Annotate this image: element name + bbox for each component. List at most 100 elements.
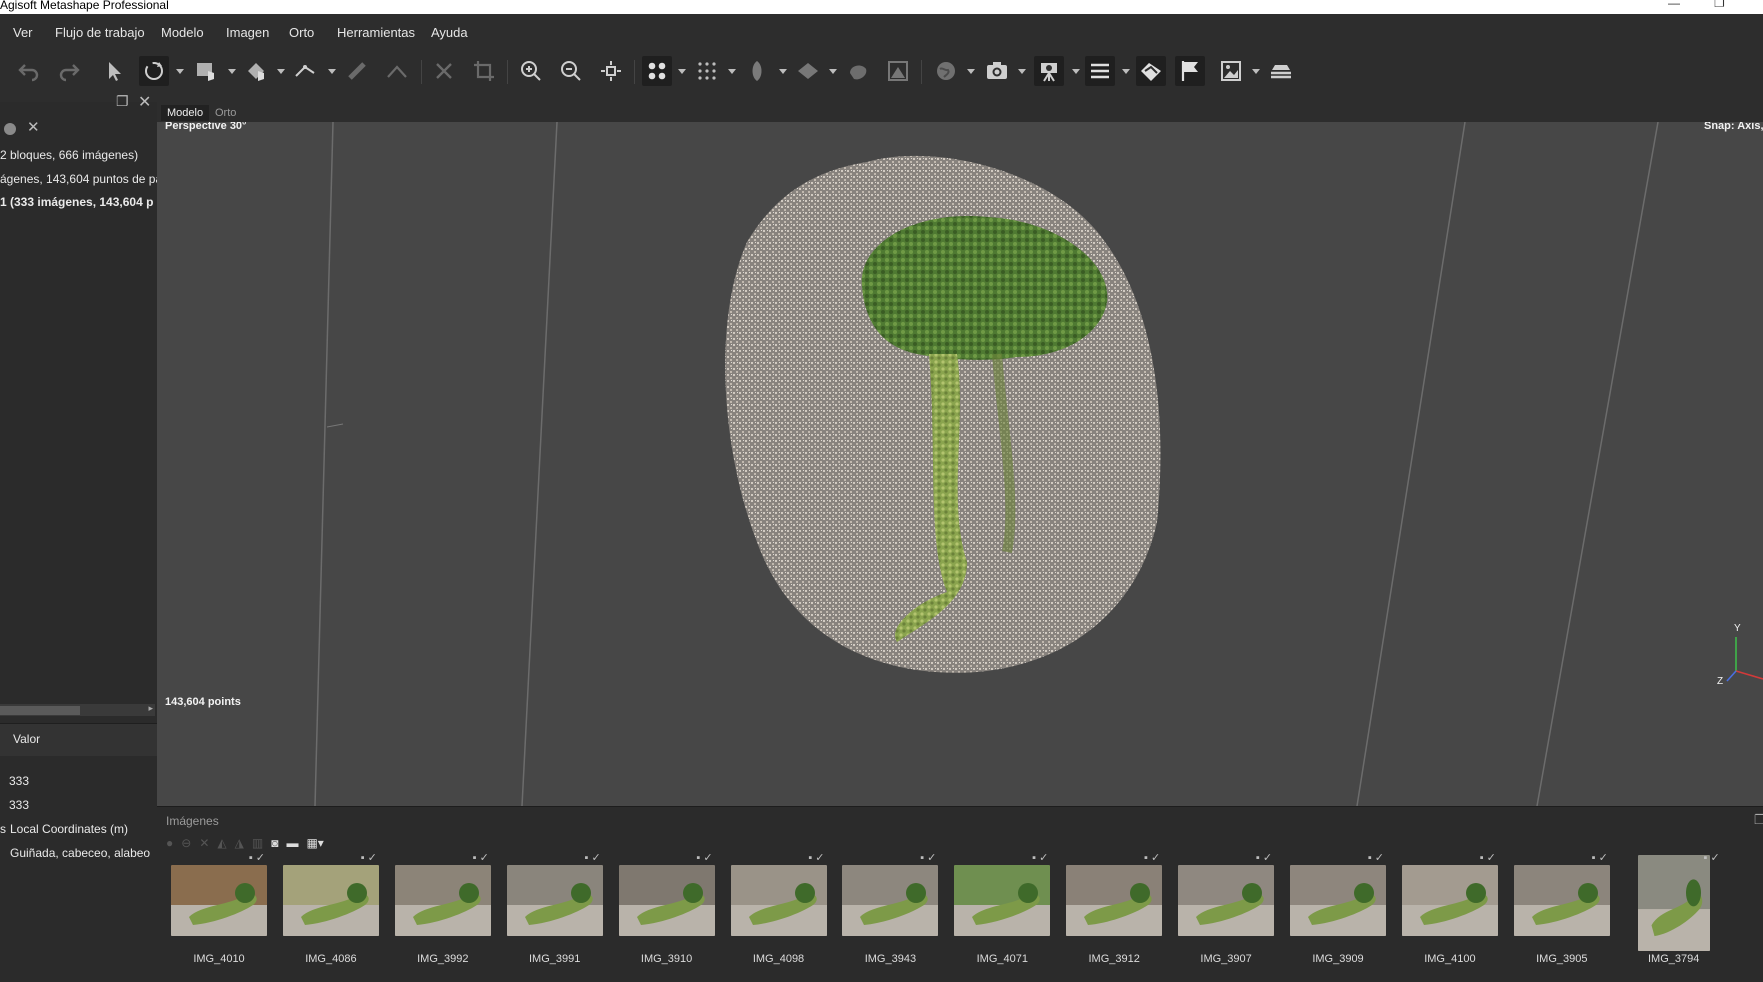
tree-item-active-chunk[interactable]: 1 (333 imágenes, 143,604 p (0, 195, 153, 209)
thumbnail-label: IMG_4098 (752, 953, 805, 965)
image-thumbnail[interactable]: ▪ ✓ IMG_3794 (1626, 852, 1722, 965)
add-photos-icon[interactable]: ● (166, 836, 173, 850)
image-thumbnail[interactable]: ▪ ✓ IMG_4086 (282, 852, 379, 965)
camera-enabled-icon[interactable]: ▪ ✓ (361, 851, 377, 864)
undo-icon[interactable] (14, 56, 44, 86)
tree-item-chunk[interactable]: ágenes, 143,604 puntos de pa (0, 172, 162, 186)
camera-enabled-icon[interactable]: ▪ ✓ (1480, 851, 1496, 864)
camera-enabled-icon[interactable]: ▪ ✓ (1704, 851, 1720, 864)
image-icon[interactable] (1216, 56, 1246, 86)
camera-enabled-icon[interactable]: ▪ ✓ (249, 851, 265, 864)
image-thumbnail[interactable]: ▪ ✓ IMG_3991 (506, 852, 603, 965)
remove-photos-icon[interactable]: ⊖ (181, 836, 191, 850)
reset-view-icon[interactable] (596, 56, 626, 86)
float-images-panel-icon[interactable]: ❐ (1754, 812, 1763, 828)
camera-enabled-icon[interactable]: ▪ ✓ (808, 851, 824, 864)
zoom-out-icon[interactable] (556, 56, 586, 86)
delete-photos-icon[interactable]: ✕ (199, 836, 209, 850)
point-cloud-icon[interactable] (642, 56, 672, 86)
image-thumbnail[interactable]: ▪ ✓ IMG_4098 (730, 852, 827, 965)
thumbnail-label: IMG_3943 (864, 953, 917, 965)
select-arrow-icon[interactable] (100, 56, 130, 86)
images-panel-title: Imágenes (166, 814, 219, 828)
image-thumbnail[interactable]: ▪ ✓ IMG_4010 (171, 852, 267, 965)
zoom-in-icon[interactable] (516, 56, 546, 86)
camera-enabled-icon[interactable]: ▪ ✓ (696, 851, 712, 864)
rotate-right-icon[interactable]: ◮ (235, 836, 244, 850)
thumbnail-label: IMG_3909 (1312, 953, 1364, 965)
enable-cameras-icon[interactable]: ▥ (252, 836, 263, 850)
image-thumbnail[interactable]: ▪ ✓ IMG_3943 (842, 852, 939, 965)
camera-enabled-icon[interactable]: ▪ ✓ (473, 851, 489, 864)
menu-modelo[interactable]: Modelo (161, 25, 204, 40)
camera-enabled-icon[interactable]: ▪ ✓ (1256, 851, 1272, 864)
close-panel-icon[interactable]: ✕ (27, 118, 40, 136)
draw-polyline-icon[interactable] (382, 56, 412, 86)
scroll-right-icon[interactable]: ▸ (148, 703, 153, 714)
dense-cloud-icon[interactable] (692, 56, 722, 86)
camera-enabled-icon[interactable]: ▪ ✓ (1032, 851, 1048, 864)
menu-orto[interactable]: Orto (289, 25, 314, 40)
rotate-left-icon[interactable]: ◭ (217, 836, 226, 850)
camera-settings-icon[interactable] (1034, 56, 1064, 86)
value-column-header: Valor (13, 732, 41, 746)
camera-enabled-icon[interactable]: ▪ ✓ (920, 851, 936, 864)
float-panel-icon[interactable]: ❐ (116, 93, 129, 110)
shape-icon[interactable] (342, 56, 372, 86)
shape-layer-icon[interactable] (1136, 56, 1166, 86)
menu-ver[interactable]: Ver (13, 25, 33, 40)
horizontal-scrollbar[interactable]: ▸ (0, 703, 155, 716)
thumbnail-photo (618, 865, 715, 936)
restore-icon[interactable]: ❐ (1714, 0, 1725, 10)
thumbnail-photo (1290, 865, 1386, 936)
camera-enabled-icon[interactable]: ▪ ✓ (1592, 851, 1608, 864)
tab-orto[interactable]: Orto (209, 105, 242, 121)
menu-flujo-de-trabajo[interactable]: Flujo de trabajo (55, 25, 145, 40)
tree-item-workspace[interactable]: 2 bloques, 666 imágenes) (0, 148, 138, 162)
thumbnail-photo (954, 865, 1051, 936)
image-thumbnail[interactable]: ▪ ✓ IMG_3912 (1066, 852, 1163, 965)
flag-icon[interactable] (1175, 56, 1205, 86)
thumbnail-label: IMG_4010 (193, 953, 245, 965)
camera-enabled-icon[interactable]: ▪ ✓ (585, 851, 601, 864)
grid-view-icon[interactable]: ▦▾ (306, 836, 323, 850)
image-thumbnail[interactable]: ▪ ✓ IMG_4100 (1401, 852, 1498, 965)
close-dock-icon[interactable]: ✕ (138, 92, 151, 112)
minimize-panel-icon[interactable] (4, 123, 16, 135)
dem-icon[interactable] (883, 56, 913, 86)
scrollbar-thumb[interactable] (0, 706, 80, 715)
minimize-icon[interactable]: — (1668, 0, 1680, 10)
globe-icon[interactable] (931, 56, 961, 86)
image-thumbnail[interactable]: ▪ ✓ IMG_3909 (1290, 852, 1386, 965)
paint-select-icon[interactable] (241, 56, 271, 86)
view-mode-icon[interactable]: ▬ (286, 836, 298, 850)
thumbnail-label: IMG_3907 (1200, 953, 1252, 965)
redo-icon[interactable] (54, 56, 84, 86)
image-thumbnail[interactable]: ▪ ✓ IMG_3907 (1178, 852, 1275, 965)
image-thumbnail[interactable]: ▪ ✓ IMG_3910 (618, 852, 715, 965)
image-thumbnail[interactable]: ▪ ✓ IMG_3992 (394, 852, 491, 965)
tiled-icon[interactable] (843, 56, 873, 86)
mesh-icon[interactable] (742, 56, 772, 86)
menu-herramientas[interactable]: Herramientas (337, 25, 415, 40)
tab-modelo[interactable]: Modelo (161, 105, 210, 121)
ruler-icon[interactable] (290, 56, 320, 86)
menu-ayuda[interactable]: Ayuda (431, 25, 468, 40)
image-thumbnail[interactable]: ▪ ✓ IMG_4071 (954, 852, 1051, 965)
list-icon[interactable] (1085, 56, 1115, 86)
images-panel: Imágenes ❐ ● ⊖ ✕ ◭ ◮ ▥ ◙ ▬ ▦▾ ▪ ✓ IMG_401… (157, 806, 1763, 982)
camera-icon[interactable] (982, 56, 1012, 86)
layers-icon[interactable] (1266, 56, 1296, 86)
thumbnail-photo (282, 865, 379, 936)
textured-icon[interactable] (793, 56, 823, 86)
menu-imagen[interactable]: Imagen (226, 25, 269, 40)
camera-enabled-icon[interactable]: ▪ ✓ (1144, 851, 1160, 864)
image-thumbnail[interactable]: ▪ ✓ IMG_3905 (1513, 852, 1610, 965)
delete-icon[interactable] (429, 56, 459, 86)
crop-icon[interactable] (469, 56, 499, 86)
camera-enabled-icon[interactable]: ▪ ✓ (1368, 851, 1384, 864)
rectangle-select-icon[interactable] (191, 56, 221, 86)
model-viewport[interactable]: Perspective 30° Snap: Axis, 143,604 poin… (157, 122, 1763, 806)
rotate-region-icon[interactable] (139, 56, 169, 86)
mask-icon[interactable]: ◙ (271, 836, 278, 850)
